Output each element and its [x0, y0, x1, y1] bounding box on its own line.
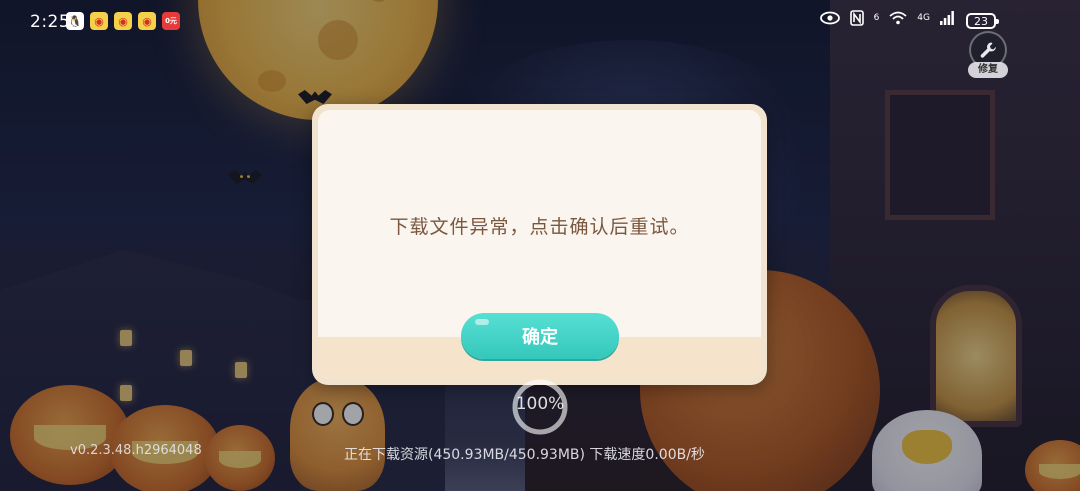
- dialog-message: 下载文件异常，点击确认后重试。: [389, 216, 690, 238]
- weibo-icon: ◉: [90, 12, 108, 30]
- system-indicators: 6 4G: [819, 10, 954, 26]
- app-red-icon: 0元: [162, 12, 180, 30]
- status-bar: 2:25 🐧 ◉ ◉ ◉ 0元 6 4G 23: [0, 0, 1080, 44]
- wifi-icon: [889, 11, 907, 25]
- eye-icon: [819, 11, 840, 25]
- weibo-icon: ◉: [138, 12, 156, 30]
- download-status: 正在下载资源(450.93MB/450.93MB) 下载速度0.00B/秒: [344, 447, 705, 463]
- confirm-button[interactable]: 确定: [461, 313, 619, 359]
- error-dialog: 下载文件异常，点击确认后重试。 确定: [312, 104, 767, 385]
- cell-signal-icon: [940, 11, 954, 25]
- battery-icon: 23: [966, 13, 999, 29]
- confirm-button-label: 确定: [522, 327, 558, 348]
- notification-icons: 🐧 ◉ ◉ ◉ 0元: [66, 12, 180, 30]
- progress-percent: 100%: [515, 394, 565, 414]
- nfc-icon: [849, 10, 864, 26]
- network-4g-label: 4G: [917, 13, 930, 23]
- version-label: v0.2.3.48.h2964048: [70, 443, 202, 458]
- qq-icon: 🐧: [66, 12, 84, 30]
- game-screen: 2:25 🐧 ◉ ◉ ◉ 0元 6 4G 23 修复 下载文件异常，点击确认后重…: [0, 0, 1080, 491]
- repair-button[interactable]: 修复: [965, 31, 1011, 79]
- dialog-body: 下载文件异常，点击确认后重试。 确定: [318, 110, 761, 379]
- network-6-label: 6: [873, 13, 880, 23]
- status-time: 2:25: [30, 12, 71, 32]
- repair-label: 修复: [968, 62, 1008, 78]
- weibo-icon: ◉: [114, 12, 132, 30]
